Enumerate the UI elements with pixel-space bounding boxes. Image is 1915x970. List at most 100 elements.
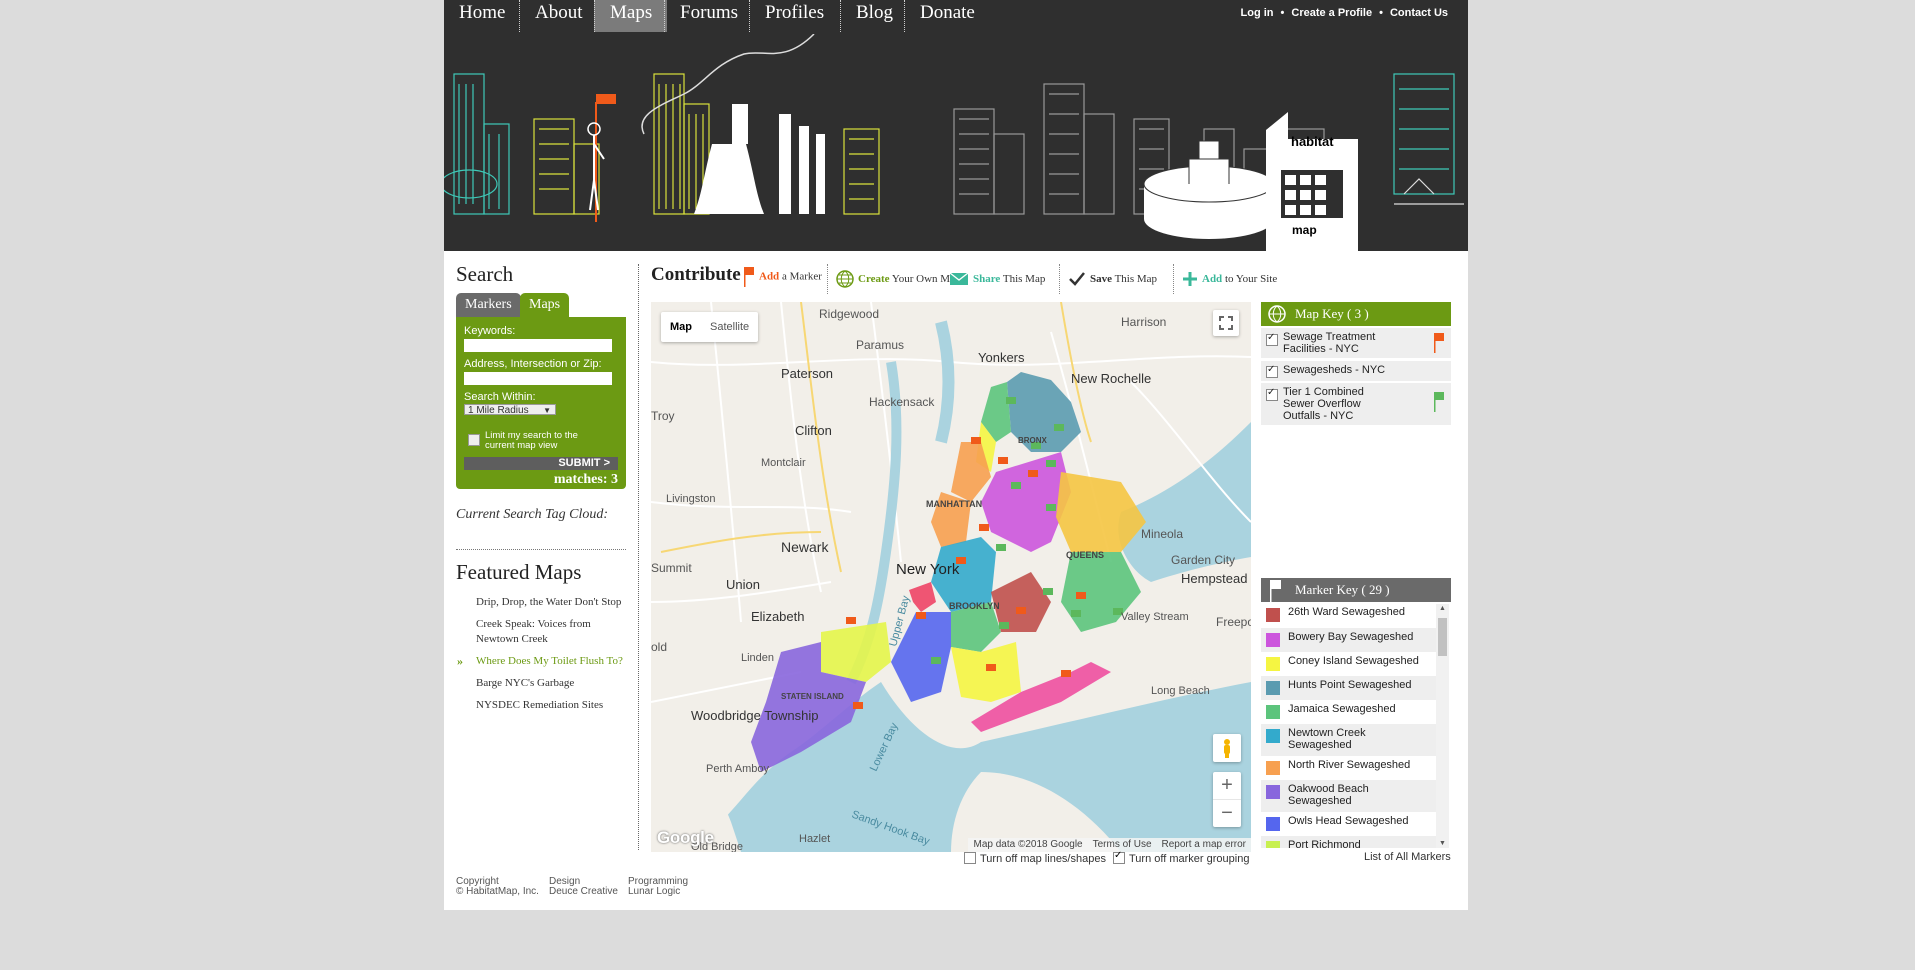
map-type-control: Map Satellite: [661, 312, 759, 342]
map-key-label: Tier 1 Combined Sewer Overflow Outfalls …: [1283, 386, 1364, 422]
save-map-button[interactable]: Save This Map: [1059, 264, 1157, 294]
map-label: Livingston: [666, 493, 716, 505]
flag-icon: [1270, 580, 1281, 602]
map-type-satellite[interactable]: Satellite: [701, 312, 758, 342]
marker-key-item[interactable]: North River Sewageshed: [1261, 756, 1436, 780]
plus-icon: [1183, 272, 1197, 287]
map-canvas[interactable]: Ridgewood Harrison Paramus Yonkers New R…: [651, 302, 1251, 852]
scroll-up-icon[interactable]: ▲: [1439, 605, 1446, 612]
save-map-bold: Save: [1090, 273, 1112, 285]
search-title: Search: [456, 262, 514, 286]
marker-key-item[interactable]: Owls Head Sewageshed: [1261, 812, 1436, 836]
share-map-button[interactable]: Share This Map: [941, 264, 1045, 294]
map-label: Hackensack: [869, 395, 935, 409]
add-to-site-button[interactable]: Add to Your Site: [1173, 264, 1277, 294]
map-label: Hazlet: [799, 833, 830, 845]
keywords-input[interactable]: [464, 339, 612, 352]
login-link[interactable]: Log in: [1241, 7, 1274, 19]
featured-map-item[interactable]: Creek Speak: Voices from Newtown Creek: [456, 617, 626, 647]
lines-checkbox[interactable]: [964, 852, 976, 864]
nav-blog[interactable]: Blog: [840, 0, 908, 32]
lines-toggle[interactable]: Turn off map lines/shapes: [964, 852, 1106, 865]
grouping-checkbox[interactable]: [1113, 850, 1125, 864]
tab-markers[interactable]: Markers: [456, 293, 521, 317]
nav-profiles[interactable]: Profiles: [749, 0, 839, 32]
limit-map-view-checkbox[interactable]: [468, 434, 480, 446]
map-key-checkbox[interactable]: [1266, 387, 1278, 401]
featured-map-item-active[interactable]: » Where Does My Toilet Flush To?: [456, 654, 626, 669]
map-key-item[interactable]: Sewage Treatment Facilities - NYC: [1261, 328, 1451, 358]
nav-donate[interactable]: Donate: [904, 0, 990, 32]
marker-key-item[interactable]: Coney Island Sewageshed: [1261, 652, 1436, 676]
featured-map-item[interactable]: Drip, Drop, the Water Don't Stop: [456, 595, 626, 610]
map-type-map[interactable]: Map: [661, 312, 701, 342]
street-view-pegman[interactable]: [1213, 734, 1241, 762]
green-flag-icon: [1434, 392, 1444, 412]
grouping-toggle-label: Turn off marker grouping: [1129, 853, 1250, 865]
add-to-site-rest: to Your Site: [1224, 273, 1278, 285]
zoom-in-button[interactable]: +: [1213, 772, 1241, 800]
scroll-down-icon[interactable]: ▼: [1439, 840, 1446, 847]
marker-key-list[interactable]: 26th Ward Sewageshed Bowery Bay Sewagesh…: [1261, 604, 1436, 848]
featured-map-item[interactable]: Barge NYC's Garbage: [456, 676, 626, 691]
map-label: New York: [896, 561, 960, 578]
account-links: Log in • Create a Profile • Contact Us: [1241, 7, 1448, 19]
map-key-item[interactable]: Tier 1 Combined Sewer Overflow Outfalls …: [1261, 383, 1451, 425]
separator-dot: •: [1379, 7, 1383, 19]
create-profile-link[interactable]: Create a Profile: [1291, 7, 1372, 19]
map-label: Union: [726, 577, 760, 592]
map-key-checkbox[interactable]: [1266, 332, 1278, 346]
grouping-toggle[interactable]: Turn off marker grouping: [1113, 850, 1250, 865]
marker-key-item[interactable]: Jamaica Sewageshed: [1261, 700, 1436, 724]
nav-maps[interactable]: Maps: [594, 0, 668, 32]
search-tabs: Markers Maps: [456, 293, 626, 317]
scrollbar-thumb[interactable]: [1438, 618, 1447, 656]
left-sidebar: Search Markers Maps Keywords: Address, I…: [456, 258, 626, 720]
marker-key-label: North River Sewageshed: [1288, 759, 1411, 771]
map-key-item[interactable]: Sewagesheds - NYC: [1261, 361, 1451, 381]
map-label: Clifton: [795, 423, 832, 438]
marker-key-title: Marker Key ( 29 ): [1295, 582, 1390, 597]
search-form: Keywords: Address, Intersection or Zip: …: [456, 317, 626, 489]
marker-key-item[interactable]: 26th Ward Sewageshed: [1261, 604, 1436, 628]
google-logo: Google: [657, 828, 714, 847]
map-key-title: Map Key ( 3 ): [1295, 306, 1369, 321]
nav-home[interactable]: Home: [444, 0, 520, 32]
marker-key-scrollbar[interactable]: ▲ ▼: [1436, 604, 1449, 848]
marker-key-item[interactable]: Newtown Creek Sewageshed: [1261, 724, 1436, 756]
fullscreen-button[interactable]: [1213, 310, 1239, 336]
nav-forums[interactable]: Forums: [664, 0, 753, 32]
globe-icon: [1268, 305, 1286, 323]
featured-maps-list: Drip, Drop, the Water Don't Stop Creek S…: [456, 595, 626, 713]
contribute-toolbar: Contribute Add a Marker Create Your Own …: [651, 262, 1461, 294]
footer-design-link[interactable]: Deuce Creative: [549, 887, 618, 897]
map-label: Freepo: [1216, 615, 1251, 629]
featured-maps-title: Featured Maps: [456, 560, 582, 584]
terms-link[interactable]: Terms of Use: [1088, 839, 1157, 850]
nav-about[interactable]: About: [519, 0, 598, 32]
keywords-label: Keywords:: [464, 325, 516, 337]
map-label: Ridgewood: [819, 307, 879, 321]
tab-maps[interactable]: Maps: [520, 293, 570, 317]
marker-key-item[interactable]: Hunts Point Sewageshed: [1261, 676, 1436, 700]
address-input[interactable]: [464, 372, 612, 385]
map-key-checkbox[interactable]: [1266, 364, 1278, 378]
marker-key-label: Port Richmond: [1288, 839, 1361, 848]
zoom-out-button[interactable]: −: [1213, 800, 1241, 827]
map-label: Yonkers: [978, 350, 1025, 365]
add-marker-button[interactable]: Add a Marker: [743, 266, 822, 288]
radius-select[interactable]: 1 Mile Radius ▼: [464, 404, 556, 416]
report-error-link[interactable]: Report a map error: [1157, 839, 1251, 850]
footer-programming-link[interactable]: Lunar Logic: [628, 887, 688, 897]
map-view[interactable]: Ridgewood Harrison Paramus Yonkers New R…: [651, 302, 1251, 852]
marker-key-item[interactable]: Bowery Bay Sewageshed: [1261, 628, 1436, 652]
marker-key-item[interactable]: Oakwood Beach Sewageshed: [1261, 780, 1436, 812]
featured-map-item[interactable]: NYSDEC Remediation Sites: [456, 698, 626, 713]
marker-key-label: Owls Head Sewageshed: [1288, 815, 1409, 827]
submit-button[interactable]: SUBMIT >: [464, 457, 618, 470]
divider: [456, 549, 626, 550]
marker-key-item[interactable]: Port Richmond: [1261, 836, 1436, 848]
contact-link[interactable]: Contact Us: [1390, 7, 1448, 19]
map-key-label: Sewagesheds - NYC: [1283, 364, 1386, 376]
list-all-markers-link[interactable]: List of All Markers: [1364, 851, 1451, 863]
